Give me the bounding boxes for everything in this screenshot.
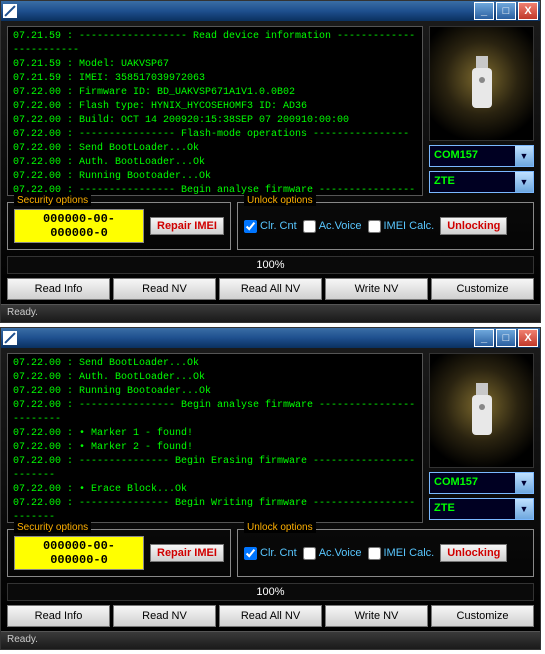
write-nv-button[interactable]: Write NV [325,605,428,627]
app-window: _ □ X 07.22.00 : Send BootLoader...Ok 07… [0,327,541,650]
side-panel: COM157 ▼ ZTE ▼ [429,26,534,196]
log-line: 07.22.00 : • Erace Block...Ok [13,483,417,497]
chevron-down-icon[interactable]: ▼ [515,172,533,192]
com-port-select[interactable]: COM157 ▼ [429,472,534,494]
maximize-button[interactable]: □ [496,329,516,347]
status-bar: Ready. [1,304,540,322]
log-line: 07.22.00 : Auth. BootLoader...Ok [13,156,417,170]
titlebar[interactable]: _ □ X [1,1,540,21]
log-line: 07.22.00 : • Marker 2 - found! [13,441,417,455]
security-label: Security options [14,522,91,533]
repair-imei-button[interactable]: Repair IMEI [150,544,224,562]
progress-text: 100% [7,256,534,274]
usb-device-image [429,26,534,141]
read-all-nv-button[interactable]: Read All NV [219,605,322,627]
log-line: 07.22.00 : Firmware ID: BD_UAKVSP671A1V1… [13,86,417,100]
titlebar[interactable]: _ □ X [1,328,540,348]
imei-input[interactable]: 000000-00-000000-0 [14,209,144,243]
read-info-button[interactable]: Read Info [7,605,110,627]
clr-cnt-checkbox[interactable]: Clr. Cnt [244,547,297,560]
chevron-down-icon[interactable]: ▼ [515,473,533,493]
chevron-down-icon[interactable]: ▼ [515,499,533,519]
brand-value: ZTE [430,172,515,192]
read-nv-button[interactable]: Read NV [113,605,216,627]
side-panel: COM157 ▼ ZTE ▼ [429,353,534,523]
log-line: 07.22.00 : Send BootLoader...Ok [13,357,417,371]
unlock-options-group: Unlock options Clr. Cnt Ac.Voice IMEI Ca… [237,529,534,577]
read-info-button[interactable]: Read Info [7,278,110,300]
log-line: 07.21.59 : Model: UAKVSP67 [13,58,417,72]
log-line: 07.22.00 : ---------------- Flash-mode o… [13,128,417,142]
brand-select[interactable]: ZTE ▼ [429,171,534,193]
log-line: 07.22.00 : Running Bootoader...Ok [13,385,417,399]
minimize-button[interactable]: _ [474,2,494,20]
security-label: Security options [14,195,91,206]
log-line: 07.22.00 : Send BootLoader...Ok [13,142,417,156]
log-line: 07.22.00 : --------------- Begin Erasing… [13,455,417,483]
brand-select[interactable]: ZTE ▼ [429,498,534,520]
app-window: _ □ X 07.21.59 : ------------------ Read… [0,0,541,323]
chevron-down-icon[interactable]: ▼ [515,146,533,166]
progress-text: 100% [7,583,534,601]
maximize-button[interactable]: □ [496,2,516,20]
log-line: 07.22.00 : Auth. BootLoader...Ok [13,371,417,385]
unlocking-button[interactable]: Unlocking [440,544,507,562]
imei-input[interactable]: 000000-00-000000-0 [14,536,144,570]
write-nv-button[interactable]: Write NV [325,278,428,300]
log-console[interactable]: 07.22.00 : Send BootLoader...Ok 07.22.00… [7,353,423,523]
security-options-group: Security options 000000-00-000000-0 Repa… [7,202,231,250]
log-line: 07.22.00 : --------------- Begin Writing… [13,497,417,523]
log-line: 07.22.00 : ---------------- Begin analys… [13,399,417,427]
log-line: 07.22.00 : Running Bootoader...Ok [13,170,417,184]
close-button[interactable]: X [518,329,538,347]
brand-value: ZTE [430,499,515,519]
com-port-value: COM157 [430,146,515,166]
com-port-value: COM157 [430,473,515,493]
status-bar: Ready. [1,631,540,649]
repair-imei-button[interactable]: Repair IMEI [150,217,224,235]
log-line: 07.22.00 : • Marker 1 - found! [13,427,417,441]
minimize-button[interactable]: _ [474,329,494,347]
log-line: 07.21.59 : ------------------ Read devic… [13,30,417,58]
read-all-nv-button[interactable]: Read All NV [219,278,322,300]
imei-calc-checkbox[interactable]: IMEI Calc. [368,220,435,233]
clr-cnt-checkbox[interactable]: Clr. Cnt [244,220,297,233]
unlock-options-group: Unlock options Clr. Cnt Ac.Voice IMEI Ca… [237,202,534,250]
customize-button[interactable]: Customize [431,605,534,627]
close-button[interactable]: X [518,2,538,20]
log-line: 07.21.59 : IMEI: 358517039972063 [13,72,417,86]
bottom-toolbar: Read Info Read NV Read All NV Write NV C… [7,278,534,304]
log-console[interactable]: 07.21.59 : ------------------ Read devic… [7,26,423,196]
app-icon [3,331,17,345]
unlock-label: Unlock options [244,522,316,533]
imei-calc-checkbox[interactable]: IMEI Calc. [368,547,435,560]
log-line: 07.22.00 : Flash type: HYNIX_HYCOSEHOMF3… [13,100,417,114]
security-options-group: Security options 000000-00-000000-0 Repa… [7,529,231,577]
log-line: 07.22.00 : Build: OCT 14 200920:15:38SEP… [13,114,417,128]
usb-device-image [429,353,534,468]
bottom-toolbar: Read Info Read NV Read All NV Write NV C… [7,605,534,631]
com-port-select[interactable]: COM157 ▼ [429,145,534,167]
app-icon [3,4,17,18]
ac-voice-checkbox[interactable]: Ac.Voice [303,220,362,233]
read-nv-button[interactable]: Read NV [113,278,216,300]
customize-button[interactable]: Customize [431,278,534,300]
ac-voice-checkbox[interactable]: Ac.Voice [303,547,362,560]
unlocking-button[interactable]: Unlocking [440,217,507,235]
unlock-label: Unlock options [244,195,316,206]
